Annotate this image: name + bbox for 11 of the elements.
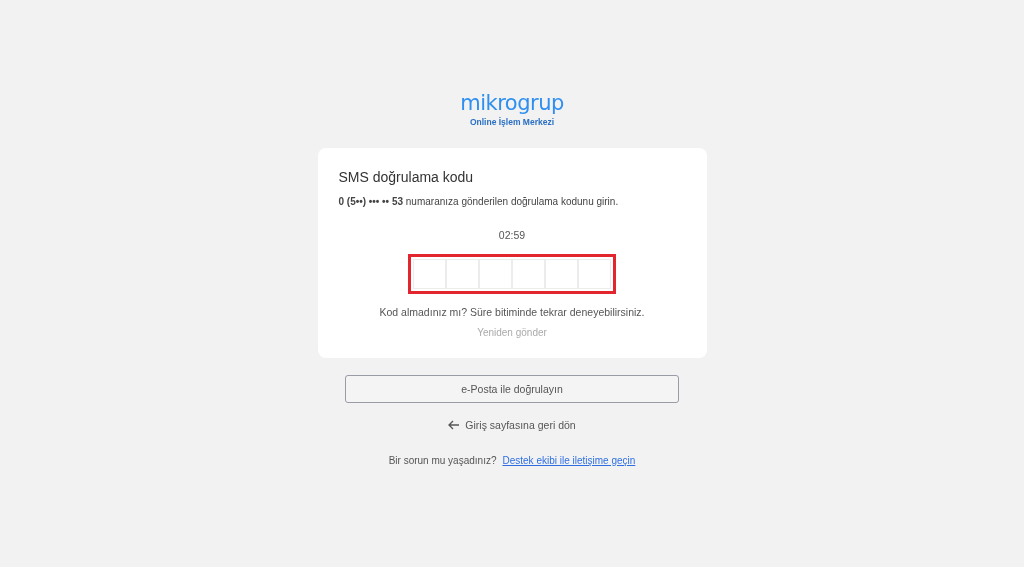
logo: mikrogrup: [460, 92, 564, 114]
support-text: Bir sorun mu yaşadınız?: [388, 455, 497, 466]
logo-subtitle: Online İşlem Merkezi: [469, 117, 555, 127]
hint-text: Kod almadınız mı? Süre bitiminde tekrar deneyebilirsiniz.: [379, 306, 645, 318]
arrow-left-icon: [448, 420, 461, 430]
countdown-timer: 02:59: [498, 229, 526, 241]
instruction-text: 0 (5••) ••• •• 53 numaranıza gönderilen doğrulama kodunu girin.: [338, 196, 619, 207]
card-title: SMS doğrulama kodu: [338, 169, 474, 185]
support-link[interactable]: Destek ekibi ile iletişime geçin: [502, 455, 636, 466]
back-link[interactable]: Giriş sayfasına geri dön: [448, 419, 576, 431]
email-verify-button[interactable]: e-Posta ile doğrulayın: [345, 375, 679, 403]
